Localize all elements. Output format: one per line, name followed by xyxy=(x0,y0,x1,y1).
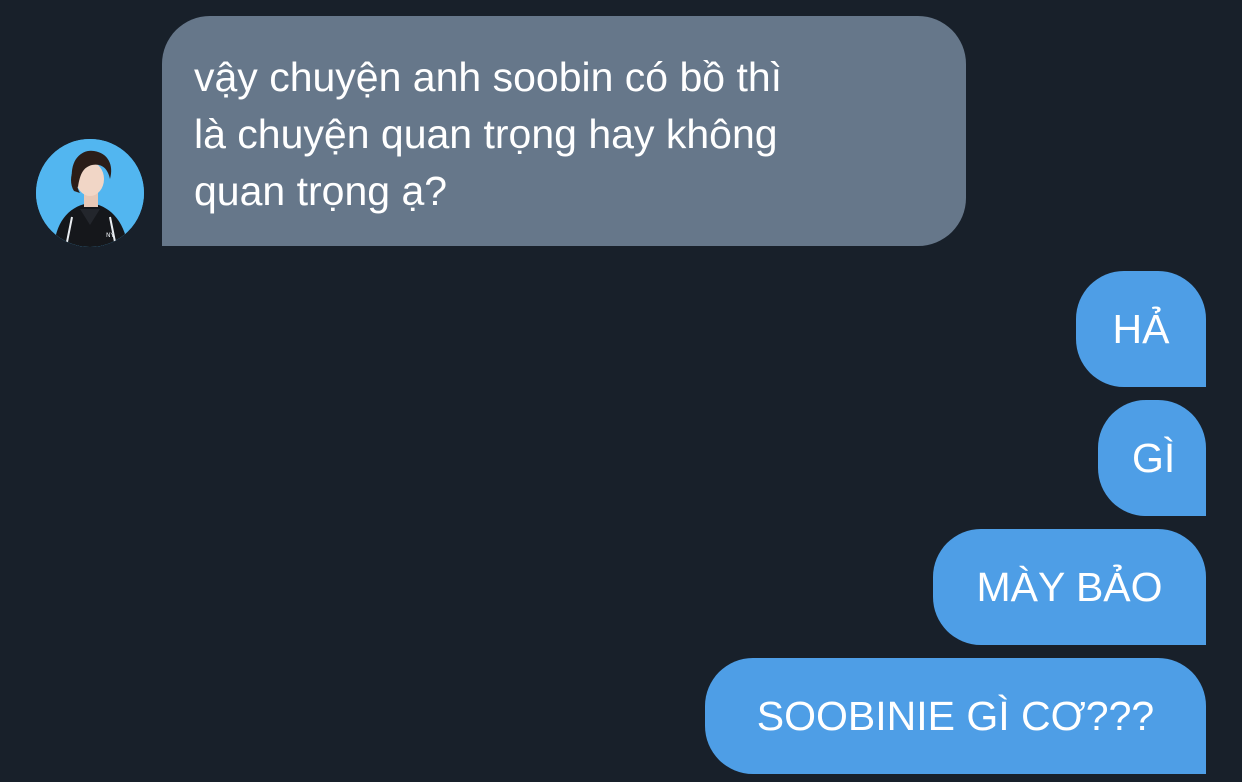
outgoing-message-text: SOOBINIE GÌ CƠ??? xyxy=(756,693,1155,739)
incoming-message-line: vậy chuyện anh soobin có bồ thì xyxy=(194,54,783,100)
svg-text:NY: NY xyxy=(106,232,114,239)
chat-conversation: NY vậy chuyện anh soobin có bồ thì là ch… xyxy=(0,0,1242,782)
incoming-message-line: quan trọng ạ? xyxy=(194,168,448,214)
outgoing-message-text: MÀY BẢO xyxy=(976,564,1163,610)
incoming-message-line: là chuyện quan trọng hay không xyxy=(194,111,778,157)
outgoing-message-bubble[interactable]: SOOBINIE GÌ CƠ??? xyxy=(705,658,1206,774)
outgoing-message-text: HẢ xyxy=(1112,306,1170,352)
contact-avatar[interactable]: NY xyxy=(36,139,144,247)
outgoing-message-bubble[interactable]: GÌ xyxy=(1098,400,1206,516)
person-avatar-icon: NY xyxy=(36,139,144,247)
outgoing-message-bubble[interactable]: MÀY BẢO xyxy=(933,529,1206,645)
outgoing-message-text: GÌ xyxy=(1132,435,1176,481)
incoming-message-bubble[interactable]: vậy chuyện anh soobin có bồ thì là chuyệ… xyxy=(162,16,966,246)
outgoing-message-bubble[interactable]: HẢ xyxy=(1076,271,1206,387)
